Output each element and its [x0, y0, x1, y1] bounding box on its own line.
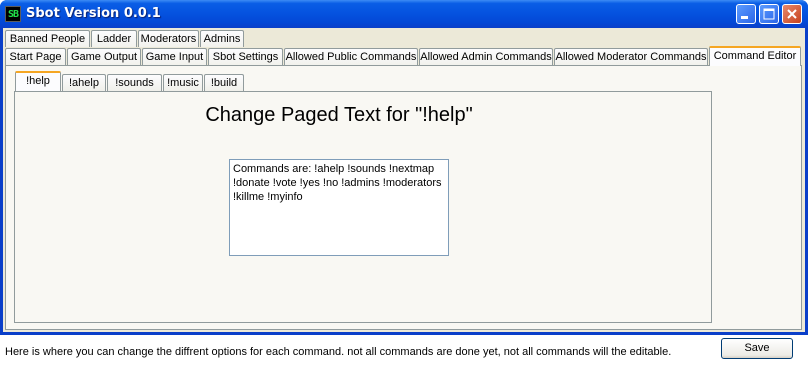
tab-start-page[interactable]: Start Page	[5, 48, 66, 65]
tab-sbot-settings[interactable]: Sbot Settings	[208, 48, 283, 65]
client-area: Banned People Ladder Moderators Admins S…	[3, 28, 805, 359]
app-window: SB Sbot Version 0.0.1 Banned People Ladd…	[0, 0, 808, 359]
close-icon	[787, 9, 797, 19]
tab-allowed-moderator-commands[interactable]: Allowed Moderator Commands	[554, 48, 708, 65]
caption-text: Here is where you can change the diffren…	[5, 346, 672, 358]
command-tab-build[interactable]: !build	[204, 74, 244, 91]
maximize-button[interactable]	[759, 4, 779, 24]
tab-moderators[interactable]: Moderators	[138, 30, 199, 47]
command-help-panel: Change Paged Text for "!help" Commands a…	[14, 91, 712, 323]
tab-allowed-public-commands[interactable]: Allowed Public Commands	[284, 48, 418, 65]
command-editor-panel: !help !ahelp !sounds !music !build Chang…	[5, 65, 802, 359]
tab-game-output[interactable]: Game Output	[67, 48, 141, 65]
tab-game-input[interactable]: Game Input	[142, 48, 207, 65]
title-bar[interactable]: SB Sbot Version 0.0.1	[0, 0, 808, 28]
tab-allowed-admin-commands[interactable]: Allowed Admin Commands	[419, 48, 553, 65]
tab-banned-people[interactable]: Banned People	[5, 30, 90, 47]
command-tab-help[interactable]: !help	[15, 71, 61, 91]
app-icon: SB	[5, 6, 21, 22]
tab-ladder[interactable]: Ladder	[91, 30, 137, 47]
page-title: Change Paged Text for "!help"	[205, 104, 473, 126]
command-tab-strip: !help !ahelp !sounds !music !build	[15, 71, 695, 92]
command-tab-ahelp[interactable]: !ahelp	[62, 74, 106, 91]
minimize-button[interactable]	[736, 4, 756, 24]
command-tab-music[interactable]: !music	[163, 74, 203, 91]
maximize-icon	[763, 8, 775, 20]
save-button[interactable]: Save	[721, 338, 793, 359]
minimize-icon	[741, 16, 748, 19]
close-button[interactable]	[782, 4, 802, 24]
tab-command-editor[interactable]: Command Editor	[709, 46, 801, 66]
tab-admins[interactable]: Admins	[200, 30, 244, 47]
command-tab-sounds[interactable]: !sounds	[107, 74, 162, 91]
window-title: Sbot Version 0.0.1	[26, 6, 161, 21]
paged-text-editor[interactable]: Commands are: !ahelp !sounds !nextmap !d…	[229, 159, 449, 256]
